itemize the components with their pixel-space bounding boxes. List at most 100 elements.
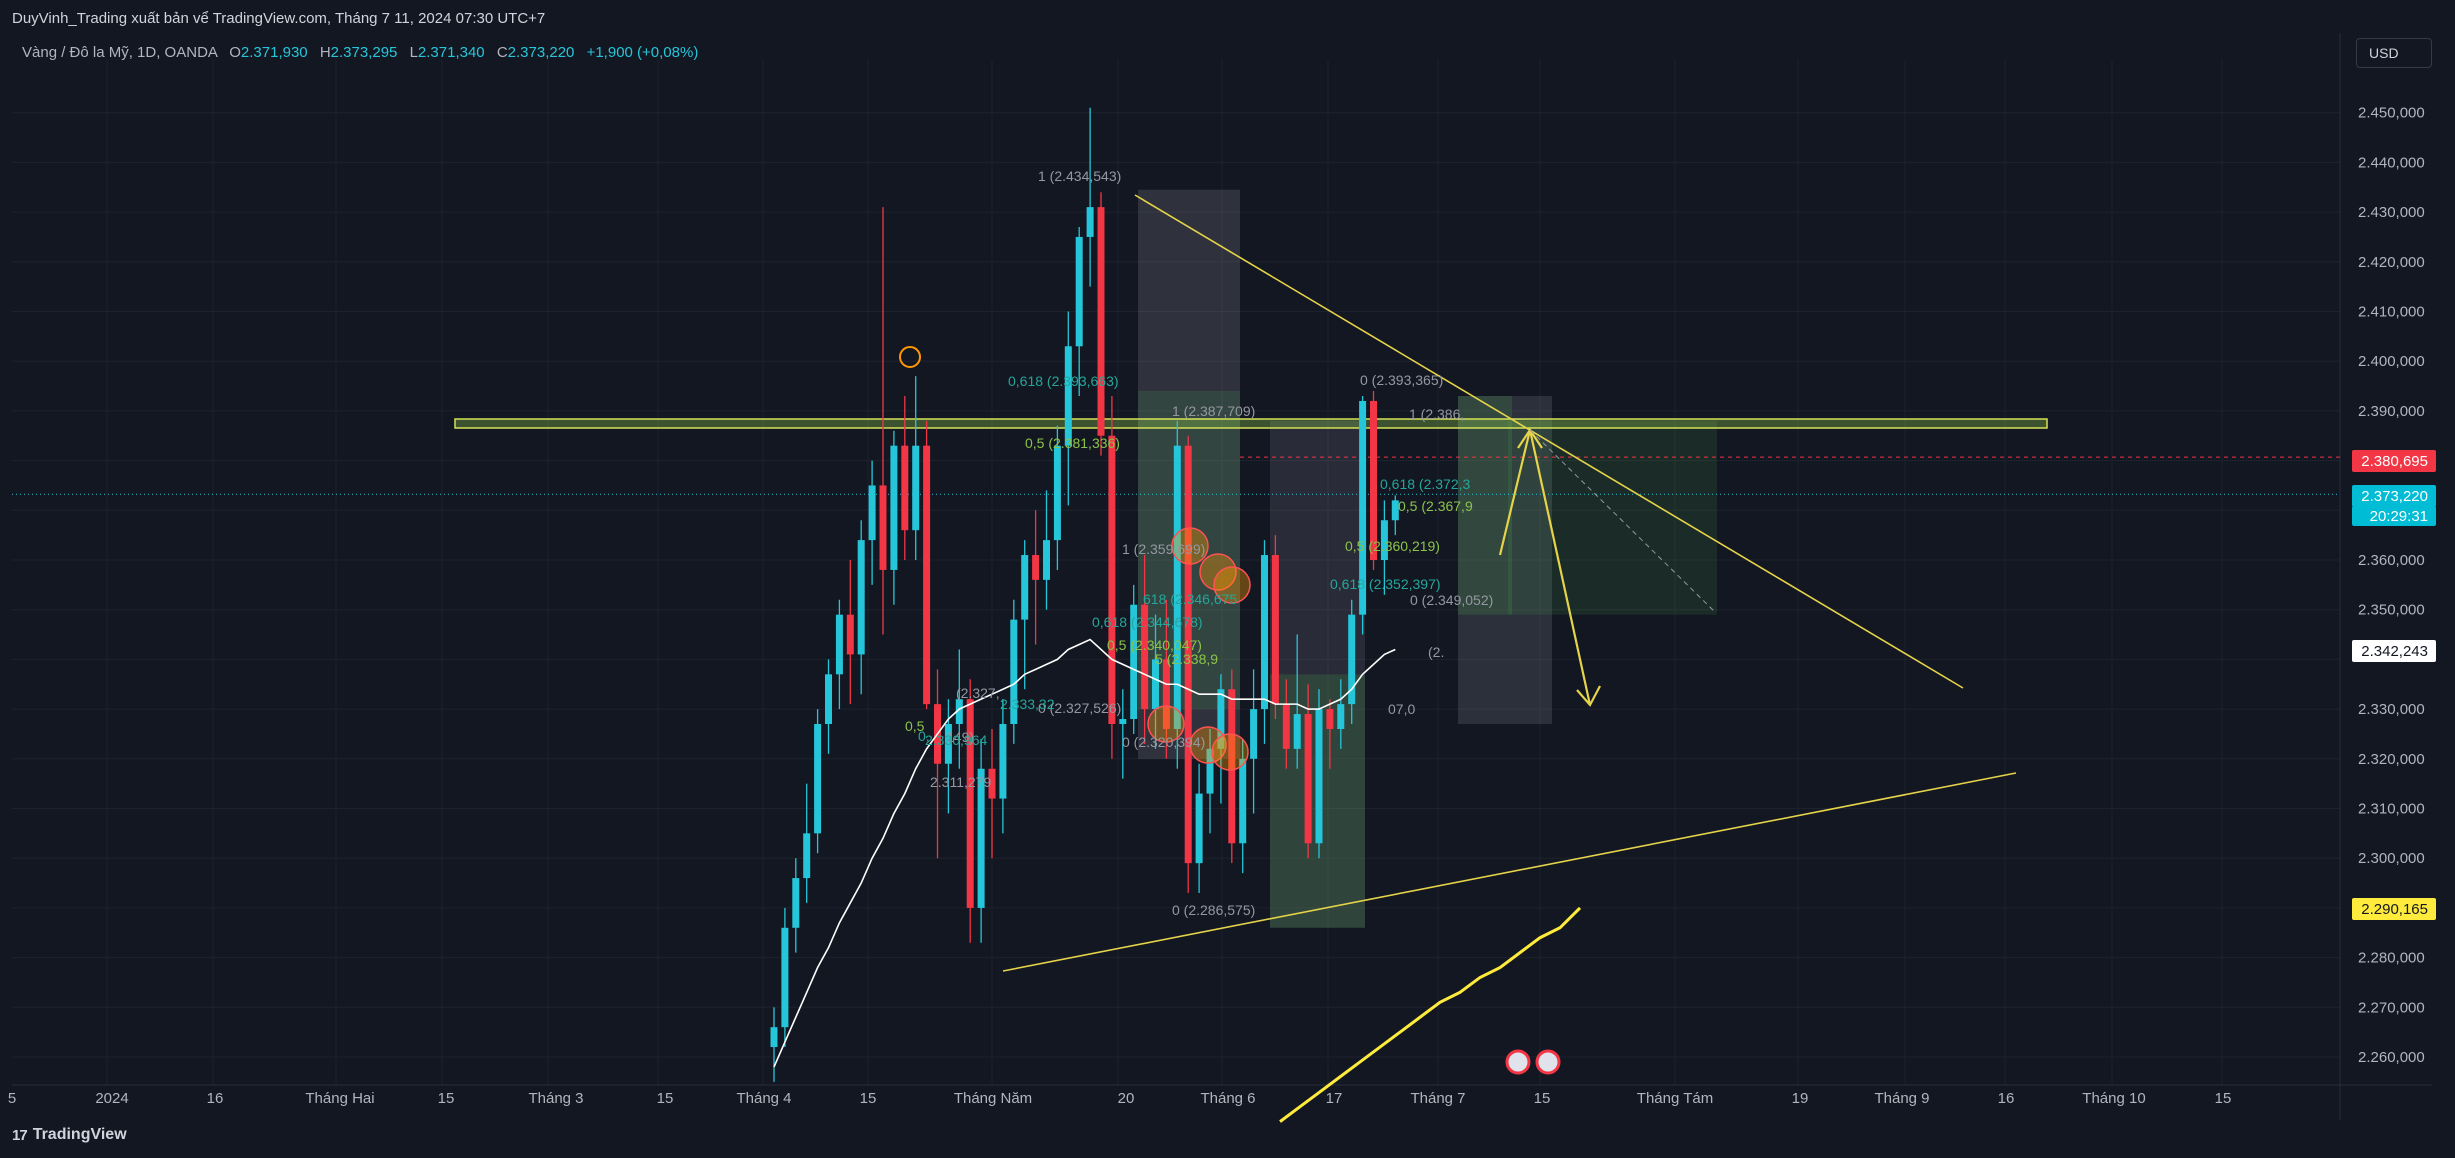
fib-level-label: 0,5 (2.367,9 xyxy=(1398,498,1473,514)
candle-body xyxy=(868,485,876,541)
x-tick-label: Tháng 7 xyxy=(1410,1090,1465,1107)
x-tick-label: 15 xyxy=(860,1090,877,1107)
y-tick-label: 2.330,000 xyxy=(2358,701,2425,718)
fib-level-label: 1 (2.359,699) xyxy=(1122,541,1205,557)
candle-body xyxy=(770,1027,778,1048)
economic-event-icon[interactable] xyxy=(1535,1049,1561,1075)
economic-event-icon[interactable] xyxy=(1505,1049,1531,1075)
x-tick-label: 16 xyxy=(207,1090,224,1107)
candle-body xyxy=(1370,400,1377,560)
candle-body xyxy=(923,445,931,705)
fib-level-label: 0,5 (2.381,336) xyxy=(1025,435,1120,451)
x-tick-label: 15 xyxy=(2215,1090,2232,1107)
fib-level-label: (2.327, xyxy=(956,685,1000,701)
y-tick-label: 2.390,000 xyxy=(2358,403,2425,420)
ascending-trendline[interactable] xyxy=(1002,772,2017,972)
candle-body xyxy=(1053,445,1061,541)
fib-level-label: 0,5 (2.360,219) xyxy=(1345,538,1440,554)
fib-level-label: 0,618 (2.344,678) xyxy=(1092,614,1203,630)
price-chart[interactable]: 2.450,000 2.440,000 2.430,000 2.420,000 2.41… xyxy=(0,0,2455,1158)
price-tag-label: 2.342,243 xyxy=(2361,643,2428,660)
x-tick-label: Tháng 3 xyxy=(528,1090,583,1107)
candle-body xyxy=(1271,555,1279,705)
fib-level-label: 1 (2.387,709) xyxy=(1172,403,1255,419)
zone-box xyxy=(1508,420,1717,615)
candle-body xyxy=(781,927,789,1028)
candle-body xyxy=(803,833,811,879)
candle-body xyxy=(814,724,822,834)
y-tick-label: 2.360,000 xyxy=(2358,552,2425,569)
x-tick-label: Tháng Năm xyxy=(954,1090,1032,1107)
candle-body xyxy=(1075,236,1083,347)
fib-level-label: 0,618 (2.372,3 xyxy=(1380,476,1471,492)
candle-body xyxy=(857,540,865,655)
fib-level-label: 0,618 (2.393,663) xyxy=(1008,373,1119,389)
y-tick-label: 2.300,000 xyxy=(2358,850,2425,867)
y-tick-label: 2.280,000 xyxy=(2358,950,2425,967)
x-tick-label: Tháng Hai xyxy=(305,1090,374,1107)
highlight-circle xyxy=(1211,733,1249,771)
y-tick-label: 2.440,000 xyxy=(2358,154,2425,171)
x-tick-label: 20 xyxy=(1118,1090,1135,1107)
candle-body xyxy=(890,445,898,570)
candle-body xyxy=(1108,435,1116,725)
marker-circle xyxy=(899,346,921,368)
candle-body xyxy=(901,445,909,531)
candle-body xyxy=(1293,714,1301,749)
y-tick-label: 2.260,000 xyxy=(2358,1049,2425,1066)
candle-body xyxy=(1086,207,1094,237)
candle-body xyxy=(1097,207,1105,436)
y-tick-label: 2.420,000 xyxy=(2358,254,2425,271)
fib-level-label: 0,618 (2.352,397) xyxy=(1330,576,1441,592)
x-tick-label: 5 xyxy=(8,1090,16,1107)
tradingview-brand[interactable]: 17 TradingView xyxy=(12,1126,127,1144)
x-tick-label: Tháng 10 xyxy=(2082,1090,2145,1107)
candle-body xyxy=(1315,709,1323,844)
x-tick-label: 15 xyxy=(657,1090,674,1107)
fib-level-label: 0,5 xyxy=(905,718,925,734)
x-tick-label: 15 xyxy=(438,1090,455,1107)
candle-body xyxy=(835,614,843,675)
x-tick-label: 16 xyxy=(1998,1090,2015,1107)
x-tick-label: Tháng Tám xyxy=(1637,1090,1713,1107)
candle-body xyxy=(1282,704,1290,749)
candle-body xyxy=(792,878,800,928)
candle-body xyxy=(1064,346,1072,446)
fib-level-label: 2.333,32 xyxy=(1000,696,1055,712)
fib-level-label: 0 (2.349,052) xyxy=(1410,592,1493,608)
candle-body xyxy=(999,724,1007,799)
candle-body xyxy=(1173,445,1181,729)
candle-body xyxy=(846,614,854,655)
x-tick-label: 17 xyxy=(1326,1090,1343,1107)
x-tick-label: 19 xyxy=(1792,1090,1809,1107)
price-tag-label: 2.380,695 xyxy=(2361,453,2428,470)
y-tick-label: 2.410,000 xyxy=(2358,304,2425,321)
x-tick-label: Tháng 4 xyxy=(736,1090,791,1107)
x-tick-label: Tháng 6 xyxy=(1200,1090,1255,1107)
price-tag-label: 2.373,220 xyxy=(2361,488,2428,505)
candle-body xyxy=(1261,555,1268,710)
fib-level-label: (2. xyxy=(1428,644,1444,660)
candle-body xyxy=(1043,540,1050,580)
y-tick-label: 2.270,000 xyxy=(2358,999,2425,1016)
candle-body xyxy=(1326,709,1334,729)
fib-level-label: 1 (2.386, xyxy=(1409,406,1464,422)
candle-body xyxy=(879,485,887,570)
candle-body xyxy=(1119,719,1127,725)
resistance-zone[interactable] xyxy=(454,418,2048,429)
candle-body xyxy=(1250,709,1258,759)
candle-body xyxy=(1304,714,1312,844)
fib-level-label: 2.330,964 xyxy=(925,732,987,748)
tradingview-logo-icon: 17 xyxy=(12,1126,28,1144)
fib-level-label: 618 (2.346,675 xyxy=(1143,591,1237,607)
candle-body xyxy=(825,674,832,725)
y-tick-label: 2.350,000 xyxy=(2358,602,2425,619)
x-tick-label: Tháng 9 xyxy=(1874,1090,1929,1107)
fib-level-label: 0 (2.393,365) xyxy=(1360,372,1443,388)
candle-body xyxy=(1032,555,1040,580)
x-tick-label: 2024 xyxy=(95,1090,128,1107)
candle-body xyxy=(1337,704,1345,729)
fib-level-label: 5 (2.338,9 xyxy=(1155,651,1218,667)
candle-body xyxy=(1021,555,1029,620)
fib-level-label: 0 (2.286,575) xyxy=(1172,902,1255,918)
